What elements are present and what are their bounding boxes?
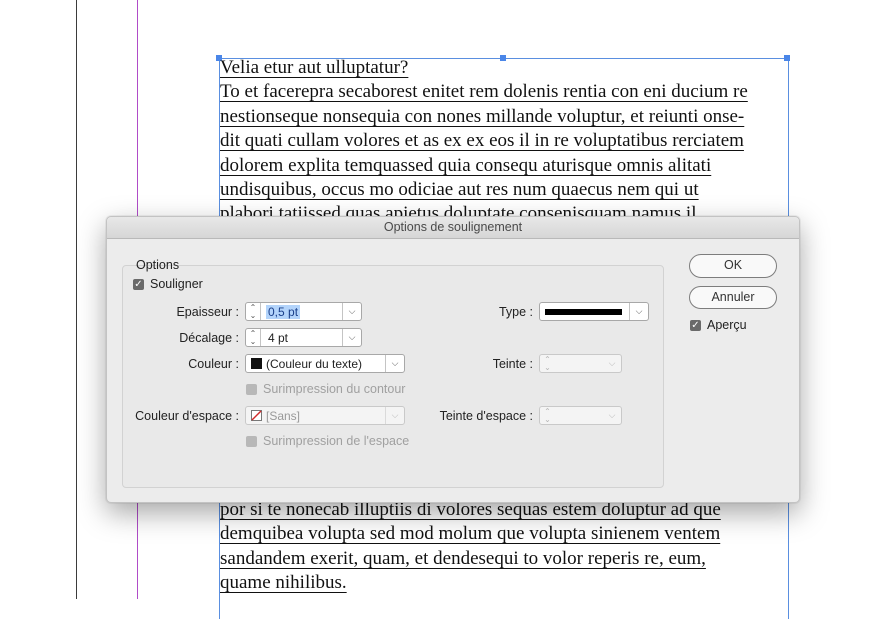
annuler-button[interactable]: Annuler (689, 286, 777, 309)
couleur-label: Couleur : (188, 357, 239, 371)
text-line: plabori tatiissed quas apietus doluptate… (220, 203, 697, 216)
decalage-value[interactable]: 4 pt (268, 331, 288, 345)
couleur-espace-select[interactable]: [Sans] ⌵ (245, 406, 405, 425)
surimpression-espace-checkbox[interactable] (246, 436, 257, 447)
text-line: sandandem exerit, quam, et dendesequi to… (220, 547, 706, 569)
options-group-label: Options (136, 258, 180, 272)
stepper-icon[interactable]: ⌃ ⌄ (540, 355, 555, 372)
stepper-icon[interactable]: ⌃ ⌄ (540, 407, 555, 424)
chevron-down-icon[interactable]: ⌵ (603, 407, 621, 424)
ok-button[interactable]: OK (689, 254, 777, 278)
chevron-down-icon[interactable]: ⌵ (603, 355, 621, 372)
color-swatch-icon (251, 358, 262, 369)
none-swatch-icon (251, 410, 262, 421)
decalage-label: Décalage : (179, 331, 239, 345)
couleur-espace-label: Couleur d'espace : (135, 409, 239, 423)
stepper-icon[interactable]: ⌃ ⌄ (246, 303, 261, 320)
dialog-title: Options de soulignement (107, 217, 799, 239)
apercu-checkbox[interactable]: ✓ (690, 320, 701, 331)
text-line: dit quati cullam volores et as ex ex eos… (220, 130, 744, 152)
type-label: Type : (498, 305, 533, 319)
chevron-down-icon[interactable]: ⌵ (385, 355, 404, 372)
story-text-bottom[interactable]: por si te nonecab illuptiis di volores s… (220, 498, 721, 596)
text-line: nestionseque nonsequia con nones milland… (220, 105, 745, 127)
couleur-select[interactable]: (Couleur du texte) ⌵ (245, 354, 405, 373)
teinte-label: Teinte : (492, 357, 533, 371)
story-text-top[interactable]: Velia etur aut ulluptatur? To et facerep… (220, 56, 748, 216)
teinte-espace-field[interactable]: ⌃ ⌄ ⌵ (539, 406, 622, 425)
chevron-down-icon[interactable]: ⌵ (342, 329, 361, 346)
chevron-down-icon[interactable]: ⌵ (629, 303, 648, 320)
type-select[interactable]: ⌵ (539, 302, 649, 321)
couleur-espace-value: [Sans] (266, 409, 301, 423)
text-line: Velia etur aut ulluptatur? (220, 57, 409, 78)
text-line: To et facerepra secaborest enitet rem do… (220, 81, 748, 103)
text-top-clip: Velia etur aut ulluptatur? To et facerep… (0, 0, 882, 216)
decalage-field[interactable]: ⌃ ⌄ 4 pt ⌵ (245, 328, 362, 347)
solid-line-icon (545, 309, 622, 315)
surimpression-contour-label: Surimpression du contour (263, 382, 406, 396)
chevron-down-icon[interactable]: ⌵ (342, 303, 361, 320)
text-line: quame nihilibus. (220, 572, 347, 594)
stepper-icon[interactable]: ⌃ ⌄ (246, 329, 261, 346)
chevron-down-icon[interactable]: ⌵ (385, 407, 404, 424)
souligner-label: Souligner (150, 277, 203, 291)
text-line: demquibea volupta sed mod molum que volu… (220, 523, 721, 545)
text-line: dolorem explita temquassed quia consequ … (220, 154, 712, 176)
epaisseur-value[interactable]: 0,5 pt (266, 305, 301, 319)
epaisseur-label: Epaisseur : (176, 305, 239, 319)
surimpression-contour-checkbox[interactable] (246, 384, 257, 395)
souligner-checkbox[interactable]: ✓ (133, 279, 144, 290)
surimpression-espace-label: Surimpression de l'espace (263, 434, 410, 448)
text-line: undisquibus, occus mo odiciae aut res nu… (220, 179, 699, 201)
teinte-field[interactable]: ⌃ ⌄ ⌵ (539, 354, 622, 373)
options-group (122, 265, 664, 488)
apercu-label: Aperçu (707, 318, 747, 332)
epaisseur-field[interactable]: ⌃ ⌄ 0,5 pt ⌵ (245, 302, 362, 321)
couleur-value: (Couleur du texte) (266, 357, 363, 371)
underline-options-dialog: Options de soulignement Options ✓ Soulig… (106, 216, 800, 503)
teinte-espace-label: Teinte d'espace : (439, 409, 533, 423)
